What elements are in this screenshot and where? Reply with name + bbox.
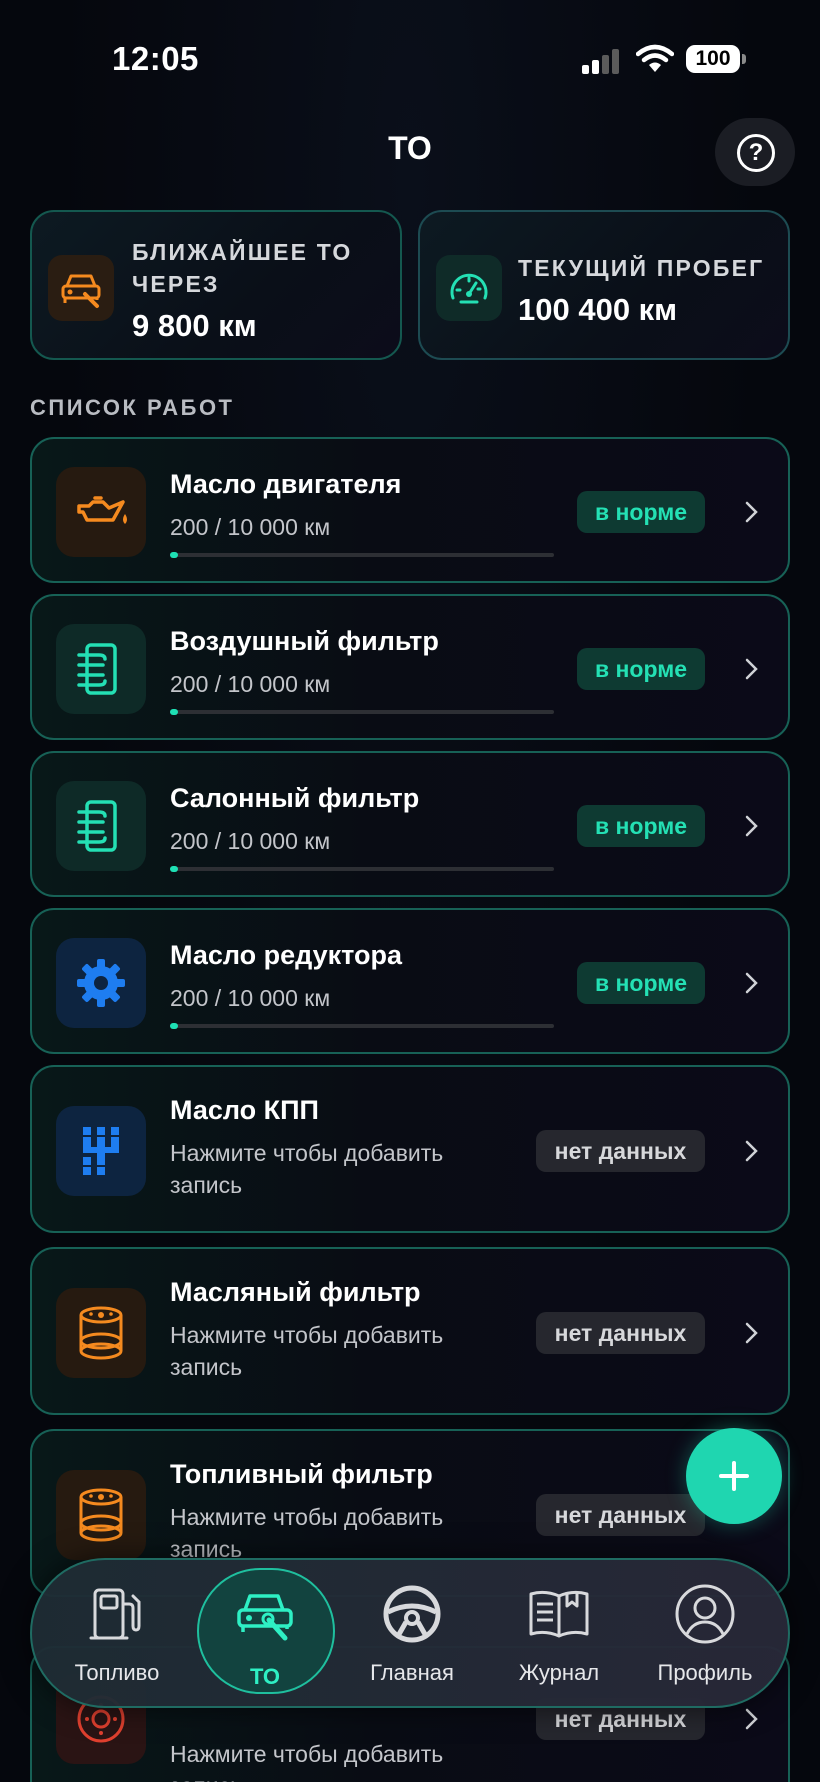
help-button[interactable]: ? bbox=[715, 118, 795, 186]
work-subtitle-line2: запись bbox=[170, 1172, 243, 1198]
signal-icon bbox=[582, 48, 622, 74]
cabin-filter-icon bbox=[56, 781, 146, 871]
nav-journal[interactable]: Журнал bbox=[494, 1560, 624, 1706]
fuel-filter-icon bbox=[56, 1470, 146, 1560]
add-button[interactable] bbox=[686, 1428, 782, 1524]
nav-profile-label: Профиль bbox=[657, 1660, 753, 1685]
nav-home[interactable]: Главная bbox=[347, 1560, 477, 1706]
status-badge: нет данных bbox=[536, 1494, 705, 1536]
work-item-oil-filter[interactable]: Масляный фильтр Нажмите чтобы добавить з… bbox=[30, 1247, 790, 1415]
work-title: Воздушный фильтр bbox=[170, 626, 439, 656]
mileage-label: ТЕКУЩИЙ ПРОБЕГ bbox=[518, 255, 765, 281]
steering-wheel-icon bbox=[383, 1585, 441, 1643]
status-bar: 12:05 100 bbox=[0, 0, 820, 120]
chevron-right-icon bbox=[745, 1708, 758, 1730]
section-title: СПИСОК РАБОТ bbox=[30, 395, 235, 420]
chevron-right-icon bbox=[745, 1322, 758, 1344]
work-subtitle-line2: запись bbox=[170, 1770, 500, 1782]
page-title: ТО bbox=[388, 130, 432, 166]
nav-service[interactable]: ТО bbox=[197, 1560, 335, 1706]
speedometer-icon bbox=[436, 255, 502, 321]
battery-level: 100 bbox=[686, 45, 740, 73]
progress-bar bbox=[170, 866, 554, 872]
work-title: Масляный фильтр bbox=[170, 1277, 421, 1307]
next-service-label-1: БЛИЖАЙШЕЕ ТО bbox=[132, 239, 353, 265]
oil-filter-icon bbox=[56, 1288, 146, 1378]
gear-icon bbox=[56, 938, 146, 1028]
fuel-pump-icon bbox=[89, 1588, 141, 1640]
work-subtitle-line1: Нажмите чтобы добавить bbox=[170, 1322, 444, 1348]
work-subtitle-line1: Нажмите чтобы добавить bbox=[170, 1504, 444, 1530]
status-badge: нет данных bbox=[536, 1130, 705, 1172]
status-time: 12:05 bbox=[112, 40, 199, 77]
work-subtitle: 200 / 10 000 км bbox=[170, 828, 331, 854]
nav-journal-label: Журнал bbox=[518, 1660, 600, 1685]
work-subtitle-line1: Нажмите чтобы добавить bbox=[170, 1140, 444, 1166]
chevron-right-icon bbox=[745, 972, 758, 994]
car-repair-icon bbox=[48, 255, 114, 321]
status-badge: в норме bbox=[577, 805, 705, 847]
work-subtitle: 200 / 10 000 км bbox=[170, 985, 331, 1011]
status-badge: в норме bbox=[577, 491, 705, 533]
profile-icon bbox=[675, 1584, 735, 1644]
nav-home-label: Главная bbox=[370, 1660, 454, 1685]
chevron-right-icon bbox=[745, 1140, 758, 1162]
mileage-card[interactable]: ТЕКУЩИЙ ПРОБЕГ 100 400 км bbox=[418, 210, 790, 360]
wifi-icon bbox=[636, 44, 674, 72]
nav-fuel-label: Топливо bbox=[74, 1660, 160, 1685]
work-subtitle-line2: запись bbox=[170, 1354, 243, 1380]
work-subtitle: 200 / 10 000 км bbox=[170, 671, 331, 697]
next-service-value: 9 800 км bbox=[132, 308, 257, 343]
work-item-air-filter[interactable]: Воздушный фильтр 200 / 10 000 км в норме bbox=[30, 594, 790, 740]
question-icon: ? bbox=[737, 134, 775, 172]
nav-profile[interactable]: Профиль bbox=[640, 1560, 770, 1706]
work-title: Топливный фильтр bbox=[170, 1459, 433, 1489]
car-repair-icon bbox=[237, 1594, 293, 1641]
status-badge: в норме bbox=[577, 648, 705, 690]
status-badge: в норме bbox=[577, 962, 705, 1004]
progress-bar bbox=[170, 709, 554, 715]
work-item-gearbox-oil[interactable]: Масло КПП Нажмите чтобы добавить запись … bbox=[30, 1065, 790, 1233]
work-subtitle-line1: Нажмите чтобы добавить bbox=[170, 1741, 444, 1767]
air-filter-icon bbox=[56, 624, 146, 714]
work-title: Салонный фильтр bbox=[170, 783, 420, 813]
oil-can-icon bbox=[56, 467, 146, 557]
chevron-right-icon bbox=[745, 815, 758, 837]
mileage-value: 100 400 км bbox=[518, 292, 678, 327]
nav-fuel[interactable]: Топливо bbox=[52, 1560, 182, 1706]
work-title: Масло редуктора bbox=[170, 940, 403, 970]
chevron-right-icon bbox=[745, 658, 758, 680]
bottom-nav: Топливо ТО Главная Журнал Профиль bbox=[30, 1558, 790, 1708]
next-service-card[interactable]: БЛИЖАЙШЕЕ ТО ЧЕРЕЗ 9 800 км bbox=[30, 210, 402, 360]
battery-icon: 100 bbox=[686, 45, 746, 73]
progress-bar bbox=[170, 552, 554, 558]
work-item-cabin-filter[interactable]: Салонный фильтр 200 / 10 000 км в норме bbox=[30, 751, 790, 897]
chevron-right-icon bbox=[745, 501, 758, 523]
status-badge: нет данных bbox=[536, 1312, 705, 1354]
progress-bar bbox=[170, 1023, 554, 1029]
work-title: Масло двигателя bbox=[170, 469, 402, 499]
next-service-label-2: ЧЕРЕЗ bbox=[132, 271, 220, 297]
work-item-reducer-oil[interactable]: Масло редуктора 200 / 10 000 км в норме bbox=[30, 908, 790, 1054]
gearbox-icon bbox=[56, 1106, 146, 1196]
nav-service-label: ТО bbox=[249, 1664, 280, 1689]
book-icon bbox=[529, 1590, 589, 1638]
work-item-engine-oil[interactable]: Масло двигателя 200 / 10 000 км в норме bbox=[30, 437, 790, 583]
page: 12:05 100 ТО ? БЛИЖАЙШЕЕ ТО ЧЕРЕЗ 9 800 … bbox=[0, 0, 820, 1782]
work-title: Масло КПП bbox=[170, 1095, 319, 1125]
work-subtitle: 200 / 10 000 км bbox=[170, 514, 331, 540]
